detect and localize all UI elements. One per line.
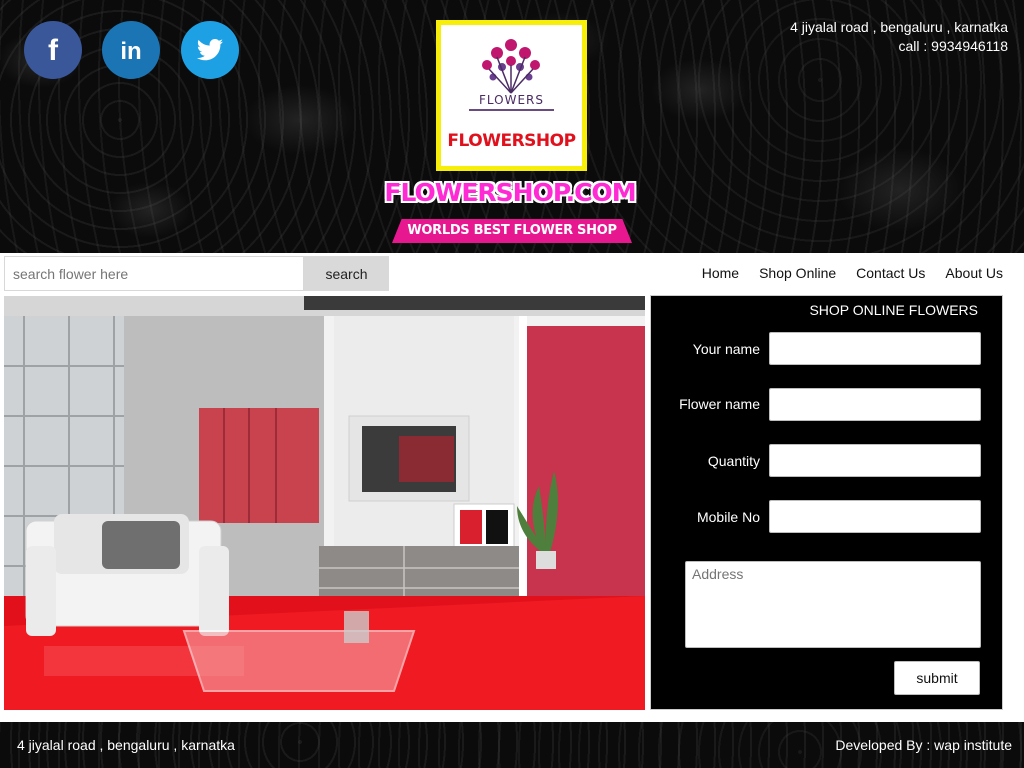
nav-home[interactable]: Home	[702, 263, 739, 283]
brand-title: FLOWERSHOP.COM	[384, 178, 636, 207]
hero-image	[4, 296, 645, 710]
nav-shop-online[interactable]: Shop Online	[759, 263, 836, 283]
logo[interactable]: FLOWERS FLOWERSHOP	[436, 20, 587, 171]
svg-text:f: f	[48, 34, 59, 67]
footer-credit: Developed By : wap institute	[835, 737, 1012, 753]
address-field[interactable]	[685, 561, 981, 648]
site-footer: 4 jiyalal road , bengaluru , karnatka De…	[0, 722, 1024, 768]
mobile-label: Mobile No	[696, 509, 760, 525]
mobile-field[interactable]	[769, 500, 981, 533]
header-contact: 4 jiyalal road , bengaluru , karnatka ca…	[790, 18, 1008, 56]
flower-label: Flower name	[679, 396, 760, 412]
main-nav: Home Shop Online Contact Us About Us	[682, 263, 1003, 283]
name-field[interactable]	[769, 332, 981, 365]
nav-contact-us[interactable]: Contact Us	[856, 263, 925, 283]
header-phone: call : 9934946118	[898, 38, 1009, 54]
submit-button[interactable]: submit	[894, 661, 980, 695]
search-button[interactable]: search	[304, 256, 389, 291]
flower-field[interactable]	[769, 388, 981, 421]
flower-bouquet-icon	[469, 35, 554, 95]
linkedin-icon[interactable]: in	[102, 21, 160, 79]
logo-divider	[469, 109, 554, 111]
search-input[interactable]	[4, 256, 304, 291]
name-label: Your name	[692, 341, 760, 357]
svg-text:in: in	[120, 38, 141, 65]
logo-name: FLOWERSHOP	[447, 131, 576, 151]
logo-caption: FLOWERS	[478, 93, 544, 107]
order-form: SHOP ONLINE FLOWERS Your name Flower nam…	[650, 295, 1003, 710]
twitter-icon[interactable]	[181, 21, 239, 79]
quantity-field[interactable]	[769, 444, 981, 477]
tagline-banner: WORLDS BEST FLOWER SHOP	[392, 219, 632, 243]
footer-address: 4 jiyalal road , bengaluru , karnatka	[17, 737, 235, 753]
nav-about-us[interactable]: About Us	[945, 263, 1003, 283]
header-address: 4 jiyalal road , bengaluru , karnatka	[790, 19, 1008, 35]
facebook-icon[interactable]: f	[24, 21, 82, 79]
quantity-label: Quantity	[707, 453, 760, 469]
site-header: f in FLOWERS FLOWERSHOP FLOWERSHOP.COM W…	[0, 0, 1024, 253]
form-title: SHOP ONLINE FLOWERS	[809, 302, 978, 318]
